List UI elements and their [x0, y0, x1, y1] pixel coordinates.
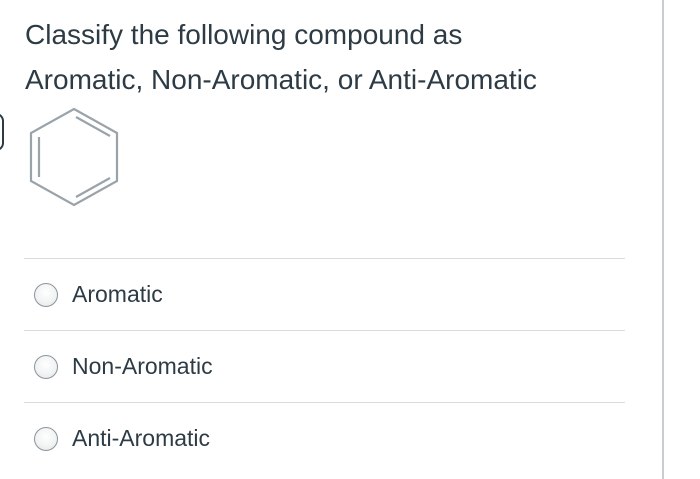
question-line-2: Aromatic, Non-Aromatic, or Anti-Aromatic	[25, 64, 537, 95]
answer-option-anti-aromatic[interactable]: Anti-Aromatic	[24, 402, 625, 474]
answer-option-aromatic[interactable]: Aromatic	[24, 258, 625, 330]
quiz-question-page: Classify the following compound as Aroma…	[0, 0, 700, 479]
question-line-1: Classify the following compound as	[25, 19, 463, 50]
radio-button[interactable]	[34, 354, 58, 379]
answer-label: Anti-Aromatic	[72, 425, 211, 451]
answer-label: Aromatic	[72, 281, 163, 307]
answer-option-non-aromatic[interactable]: Non-Aromatic	[24, 330, 625, 402]
panel-divider	[662, 0, 664, 479]
sidebar-toggle-tab[interactable]	[0, 113, 4, 151]
radio-button[interactable]	[34, 282, 58, 307]
benzene-ring-icon	[29, 107, 119, 207]
radio-button[interactable]	[34, 426, 58, 451]
answer-label: Non-Aromatic	[72, 353, 213, 379]
answer-options: Aromatic Non-Aromatic Anti-Aromatic	[24, 258, 625, 474]
question-text: Classify the following compound as Aroma…	[25, 12, 645, 102]
